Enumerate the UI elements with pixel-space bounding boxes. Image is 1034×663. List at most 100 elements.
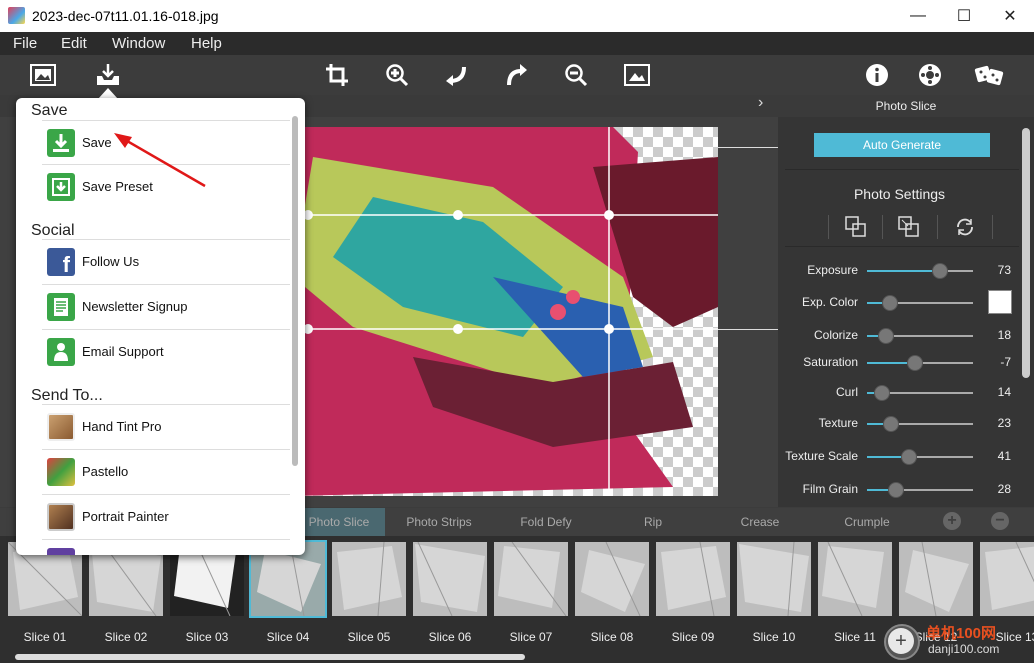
facebook-icon: f (47, 248, 75, 277)
slider-value: -7 (1000, 355, 1011, 369)
save-menu-item-label: Newsletter Signup (82, 299, 188, 314)
preset-thumbnail[interactable] (656, 541, 730, 617)
tab-crease[interactable]: Crease (710, 515, 810, 529)
slider-track[interactable] (867, 328, 973, 344)
tab-fold-defy[interactable]: Fold Defy (496, 515, 596, 529)
menu-bar: File Edit Window Help (0, 32, 1034, 55)
close-button[interactable]: ✕ (987, 0, 1033, 32)
popup-scrollbar[interactable] (292, 116, 298, 466)
menu-file[interactable]: File (13, 35, 37, 52)
preset-thumbnail[interactable] (332, 541, 406, 617)
undo-icon[interactable] (440, 59, 472, 91)
save-menu-item-more[interactable] (42, 539, 290, 555)
save-menu-item-newsletter-signup[interactable]: Newsletter Signup (42, 284, 290, 328)
divider (828, 215, 829, 239)
redo-icon[interactable] (501, 59, 533, 91)
save-tray-icon[interactable] (92, 59, 124, 91)
settings-icon[interactable] (914, 59, 946, 91)
preset-thumbnail[interactable] (899, 541, 973, 617)
save-preset-icon (47, 173, 75, 201)
zoom-in-icon[interactable] (381, 59, 413, 91)
slider-knob[interactable] (873, 385, 890, 401)
auto-generate-button[interactable]: Auto Generate (814, 133, 990, 157)
flip-vertical-icon[interactable] (896, 213, 922, 241)
rotate-icon[interactable] (952, 213, 978, 241)
photo-settings-title: Photo Settings (853, 186, 946, 202)
slider-knob[interactable] (887, 482, 904, 498)
slider-track[interactable] (867, 416, 973, 432)
tab-rip[interactable]: Rip (603, 515, 703, 529)
tab-crumple[interactable]: Crumple (817, 515, 917, 529)
preset-thumbnail[interactable] (980, 541, 1034, 616)
thumbnail-label: Slice 09 (671, 630, 715, 644)
minimize-button[interactable]: — (895, 0, 941, 32)
slider-label: Saturation (803, 355, 858, 369)
thumbnail-label: Slice 01 (23, 630, 67, 644)
section-title-send-to: Send To... (31, 387, 103, 404)
maximize-button[interactable]: ☐ (941, 0, 987, 32)
exposure-color-swatch[interactable] (988, 290, 1012, 314)
slider-label: Colorize (813, 328, 858, 342)
preset-thumbnail[interactable] (413, 541, 487, 617)
menu-edit[interactable]: Edit (61, 35, 87, 52)
photo-preview[interactable] (293, 127, 718, 496)
app-icon (47, 548, 75, 555)
toolbar (0, 55, 1034, 95)
random-dice-icon[interactable] (973, 59, 1005, 91)
fit-image-icon[interactable] (621, 59, 653, 91)
divider (937, 215, 938, 239)
thumbnail-label: Slice 08 (590, 630, 634, 644)
section-title-save: Save (31, 102, 68, 119)
preset-thumbnail[interactable] (818, 541, 892, 617)
slider-label: Curl (835, 385, 858, 399)
thumbnail-scrollbar[interactable] (15, 654, 525, 660)
crop-icon[interactable] (321, 59, 353, 91)
slider-track[interactable] (867, 385, 973, 401)
thumbnail-label: Slice 04 (266, 630, 310, 644)
slider-label: Exposure (807, 263, 858, 277)
slider-label: Texture Scale (785, 449, 858, 463)
info-icon[interactable] (861, 59, 893, 91)
thumbnail-label: Slice 11 (834, 630, 876, 644)
guide-line (718, 329, 778, 330)
save-menu-item-email-support[interactable]: Email Support (42, 329, 290, 373)
menu-help[interactable]: Help (191, 35, 222, 52)
image-icon[interactable] (27, 59, 59, 91)
preset-thumbnail[interactable] (737, 541, 811, 617)
preset-thumbnail[interactable] (575, 541, 649, 617)
slider-knob[interactable] (906, 355, 923, 371)
slider-track[interactable] (867, 482, 973, 498)
slider-knob[interactable] (878, 328, 895, 344)
tab-photo-strips[interactable]: Photo Strips (389, 515, 489, 529)
flip-horizontal-icon[interactable] (843, 213, 869, 241)
slider-value: 41 (997, 449, 1011, 463)
preset-thumbnail[interactable] (494, 541, 568, 617)
chevron-right-icon[interactable]: › (758, 94, 763, 112)
thumbnail-label: Slice 10 (752, 630, 796, 644)
slider-label: Texture (818, 416, 858, 430)
remove-preset-icon[interactable]: − (991, 512, 1009, 530)
portrait-painter-icon (47, 503, 75, 531)
preset-thumbnail-strip: Slice 01 Slice 02 Slice 03 Slice 04 Slice 05… (0, 536, 1034, 663)
slider-knob[interactable] (932, 263, 949, 279)
watermark-url: danji100.com (928, 642, 1000, 656)
zoom-out-icon[interactable] (560, 59, 592, 91)
slider-fill (867, 270, 941, 272)
menu-window[interactable]: Window (112, 35, 165, 52)
person-icon (47, 338, 75, 366)
divider (785, 246, 1019, 247)
save-menu-item-pastello[interactable]: Pastello (42, 449, 290, 493)
save-menu-item-hand-tint-pro[interactable]: Hand Tint Pro (42, 404, 290, 448)
thumbnail-label: Slice 03 (185, 630, 229, 644)
panel-scrollbar[interactable] (1022, 128, 1030, 378)
thumbnail-label: Slice 02 (104, 630, 148, 644)
section-title-social: Social (31, 222, 75, 239)
save-menu-item-portrait-painter[interactable]: Portrait Painter (42, 494, 290, 538)
slider-track[interactable] (867, 263, 973, 279)
slider-track[interactable] (867, 355, 973, 371)
slider-track[interactable] (867, 449, 973, 465)
save-menu-item-label: Hand Tint Pro (82, 419, 162, 434)
slider-track[interactable] (867, 295, 973, 311)
save-menu-item-follow-us[interactable]: f Follow Us (42, 239, 290, 283)
add-preset-icon[interactable]: + (943, 512, 961, 530)
